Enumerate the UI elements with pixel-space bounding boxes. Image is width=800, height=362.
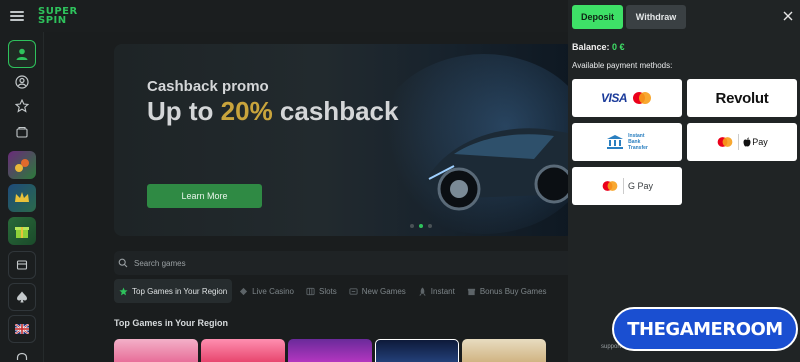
balance: Balance: 0 € <box>572 42 625 52</box>
game-card[interactable] <box>114 339 198 362</box>
payment-instant-bank-transfer[interactable]: Instant Bank Transfer <box>572 123 682 161</box>
mastercard-icon <box>602 181 618 191</box>
promo-gift[interactable] <box>8 217 36 245</box>
tab-label: New Games <box>361 286 406 296</box>
instant-bank-line-3: Transfer <box>628 145 648 151</box>
game-card[interactable] <box>288 339 372 362</box>
site-logo[interactable]: SUPER SPIN <box>38 7 78 26</box>
carousel-dot-3[interactable] <box>428 224 432 228</box>
payment-visa-mastercard[interactable]: VISA <box>572 79 682 117</box>
watermark-text: THEGAMEROOM <box>627 318 783 340</box>
payment-revolut[interactable]: Revolut <box>687 79 797 117</box>
mastercard-icon <box>717 137 733 147</box>
carousel-dot-2[interactable] <box>419 224 423 228</box>
category-tabs: Top Games in Your Region Live Casino Slo… <box>114 279 552 303</box>
tab-bonus-buy[interactable]: Bonus Buy Games <box>462 279 552 303</box>
instant-bank-label: Instant Bank Transfer <box>628 133 648 151</box>
tab-slots[interactable]: Slots <box>301 279 342 303</box>
headset-icon[interactable] <box>8 344 36 362</box>
carousel-dots <box>410 224 432 228</box>
revolut-logo: Revolut <box>715 89 769 107</box>
tab-live-casino[interactable]: Live Casino <box>234 279 299 303</box>
deposit-tab[interactable]: Deposit <box>572 5 623 29</box>
bonus-icon <box>467 288 475 295</box>
divider <box>622 178 624 194</box>
search-input[interactable] <box>134 258 334 268</box>
wallet-icon[interactable] <box>8 118 36 146</box>
banner-subtitle: Cashback promo <box>147 78 269 95</box>
tab-label: Instant <box>430 286 455 296</box>
diamond-icon <box>240 287 248 295</box>
tab-instant[interactable]: Instant <box>413 279 460 303</box>
search-icon <box>118 258 128 268</box>
payment-apple-pay[interactable]: Pay <box>687 123 797 161</box>
visa-logo: VISA <box>600 91 628 105</box>
logo-line-2: SPIN <box>38 15 67 26</box>
apple-icon <box>743 137 751 147</box>
uk-flag-icon[interactable] <box>8 315 36 343</box>
game-card[interactable] <box>201 339 285 362</box>
payment-google-pay[interactable]: G Pay <box>572 167 682 205</box>
tab-top-games[interactable]: Top Games in Your Region <box>114 279 233 303</box>
close-icon[interactable] <box>782 10 794 22</box>
promo-bonus[interactable] <box>8 151 36 179</box>
slots-icon <box>306 287 315 295</box>
banner-title: Up to 20% cashback <box>147 96 398 127</box>
apple-pay-label: Pay <box>752 137 768 147</box>
section-title: Top Games in Your Region <box>114 318 229 328</box>
banner-title-suffix: cashback <box>272 96 399 126</box>
balance-label: Balance: <box>572 42 610 52</box>
tab-label: Top Games in Your Region <box>132 286 228 296</box>
tab-label: Slots <box>318 286 337 296</box>
game-thumbnails <box>114 339 546 362</box>
new-icon <box>349 287 358 295</box>
banner-title-prefix: Up to <box>147 96 221 126</box>
balance-value: 0 € <box>612 42 625 52</box>
left-rail <box>0 32 44 362</box>
banner-title-accent: 20% <box>220 96 273 126</box>
promo-banner[interactable]: Cashback promo Up to 20% cashback Learn … <box>114 44 574 236</box>
spade-icon[interactable] <box>8 283 36 311</box>
mastercard-icon <box>633 92 651 104</box>
promo-crown[interactable] <box>8 184 36 212</box>
star-icon <box>119 286 128 295</box>
tab-label: Live Casino <box>252 286 294 296</box>
watermark-logo: THEGAMEROOM <box>612 307 798 351</box>
learn-more-button[interactable]: Learn More <box>147 184 262 208</box>
user-icon[interactable] <box>8 40 36 68</box>
carousel-dot-1[interactable] <box>410 224 414 228</box>
main-content: Cashback promo Up to 20% cashback Learn … <box>44 32 574 362</box>
divider <box>738 134 740 150</box>
tab-label: Bonus Buy Games <box>479 286 547 296</box>
cashier-icon[interactable] <box>8 251 36 279</box>
bank-icon <box>607 135 624 149</box>
menu-icon[interactable] <box>10 11 24 21</box>
google-pay-label: G Pay <box>627 181 653 191</box>
payment-methods-label: Available payment methods: <box>572 61 673 70</box>
game-card[interactable] <box>462 339 546 362</box>
star-icon[interactable] <box>8 92 36 120</box>
rocket-icon <box>419 286 426 296</box>
game-card[interactable] <box>375 339 459 362</box>
game-search <box>114 251 574 275</box>
top-bar: SUPER SPIN <box>0 0 568 32</box>
withdraw-tab[interactable]: Withdraw <box>626 5 686 29</box>
tab-new-games[interactable]: New Games <box>344 279 411 303</box>
sports-car-graphic <box>424 128 574 211</box>
